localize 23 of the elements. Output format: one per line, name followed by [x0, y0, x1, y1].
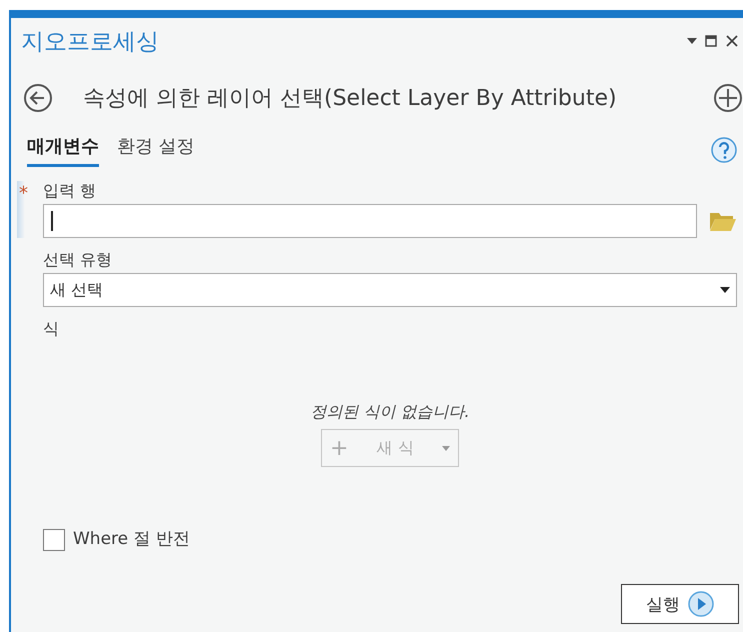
tool-title: 속성에 의한 레이어 선택(Select Layer By Attribute) [82, 85, 618, 113]
empty-message: 정의된 식이 없습니다. [309, 402, 471, 423]
checkbox[interactable] [43, 528, 65, 550]
add-icon[interactable] [713, 83, 743, 113]
play-icon [688, 591, 714, 617]
back-icon[interactable] [23, 83, 53, 113]
help-icon[interactable] [711, 136, 737, 162]
input-field[interactable] [43, 204, 697, 238]
caret-icon [720, 287, 730, 293]
tab[interactable]: 환경 설정 [117, 132, 195, 167]
field-label: 식 [43, 319, 60, 340]
run-button[interactable]: 실행 [621, 584, 739, 624]
field-label: 선택 유형 [43, 250, 114, 271]
field-label: 입력 행 [43, 181, 98, 202]
tab[interactable]: 매개변수 [27, 132, 99, 167]
caret-icon [442, 446, 450, 450]
dropdown-icon[interactable] [687, 38, 697, 44]
maximize-icon[interactable] [705, 35, 717, 47]
selection-type-dropdown[interactable]: 새 선택 [43, 273, 737, 307]
required-mark: * [19, 183, 28, 204]
close-icon[interactable] [725, 34, 739, 48]
window-title: 지오프로세싱 [21, 28, 159, 56]
checkbox-label: Where 절 반전 [73, 528, 190, 550]
